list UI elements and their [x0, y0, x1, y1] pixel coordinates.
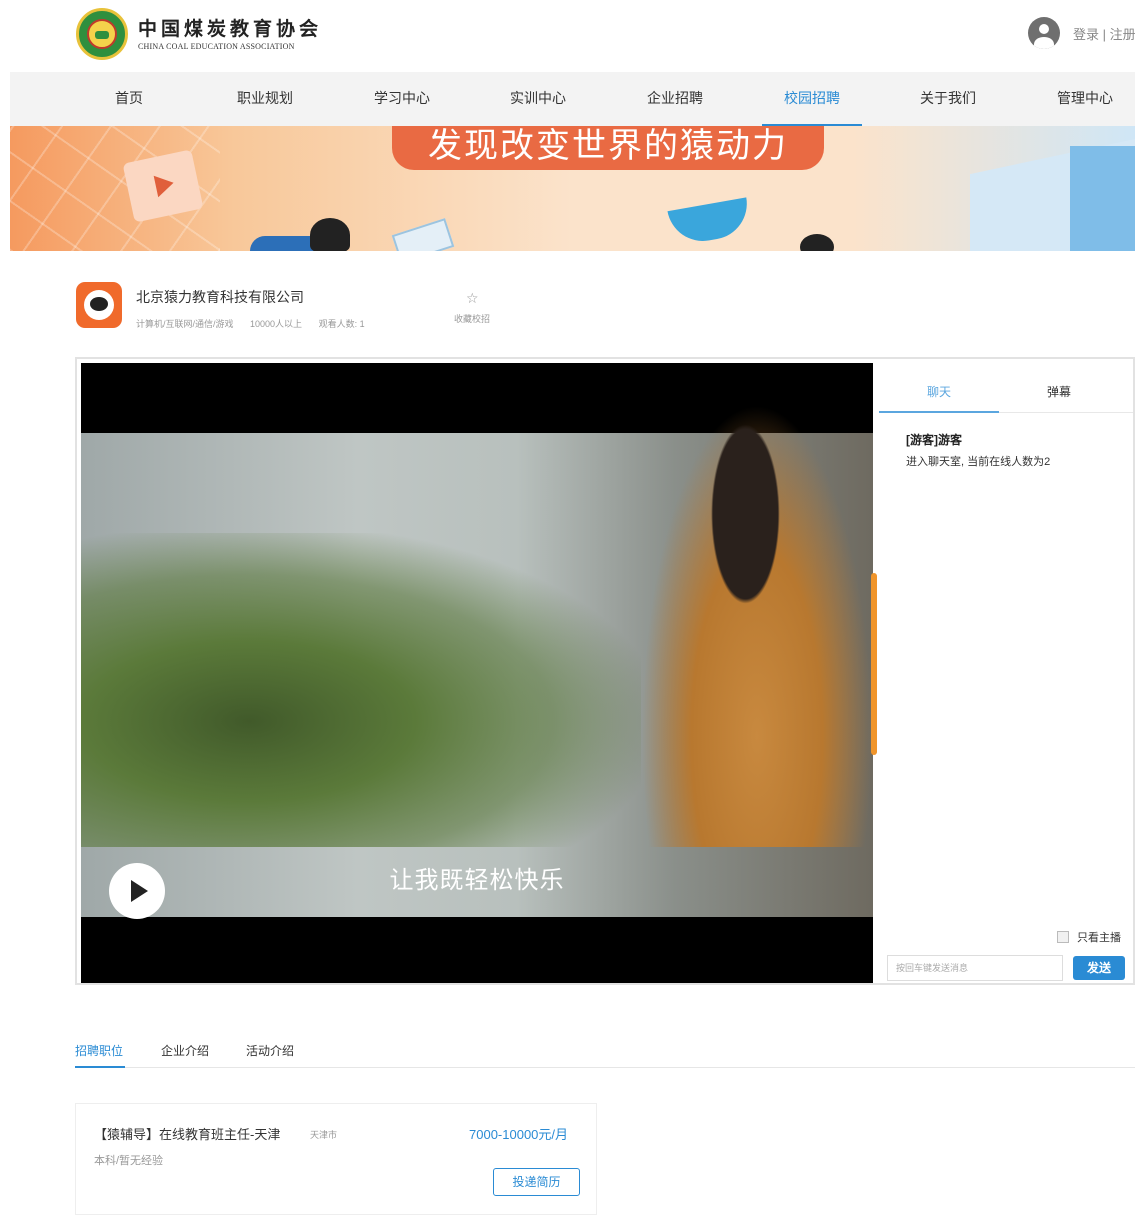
- job-requirements: 本科/暂无经验: [94, 1155, 164, 1167]
- company-name: 北京猿力教育科技有限公司: [136, 289, 304, 305]
- nav-item-enterprise-recruitment[interactable]: 企业招聘: [625, 72, 725, 126]
- favorite-campus-recruitment-button[interactable]: 收藏校招: [454, 312, 490, 325]
- banner-figure-decoration: [800, 234, 834, 251]
- viewer-count: 观看人数: 1: [318, 319, 365, 329]
- chat-message-user: [游客]游客: [906, 433, 962, 447]
- login-register-link[interactable]: 登录 | 注册: [1073, 24, 1135, 43]
- apply-resume-button[interactable]: 投递简历: [493, 1168, 580, 1196]
- job-city: 天津市: [310, 1130, 338, 1140]
- chat-message-text: 进入聊天室, 当前在线人数为2: [906, 456, 1051, 468]
- brand-name-cn: 中国煤炭教育协会: [138, 18, 323, 40]
- host-only-label: 只看主播: [1077, 932, 1121, 944]
- banner-figure-decoration: [310, 218, 350, 251]
- section-tabs: 招聘职位 企业介绍 活动介绍: [75, 1038, 1135, 1068]
- banner-tablet-decoration: [391, 218, 455, 251]
- job-salary: 7000-10000元/月: [469, 1127, 569, 1142]
- video-frame-foreground: [81, 533, 641, 847]
- company-logo: [76, 282, 122, 328]
- nav-item-about-us[interactable]: 关于我们: [898, 72, 998, 126]
- chat-panel: 聊天 弹幕 [游客]游客 进入聊天室, 当前在线人数为2 只看主播 按回车键发送…: [877, 363, 1133, 983]
- job-title[interactable]: 【猿辅导】在线教育班主任-天津: [94, 1124, 280, 1143]
- nav-item-learning-center[interactable]: 学习中心: [352, 72, 452, 126]
- video-frame-person: [641, 403, 873, 847]
- tab-job-positions[interactable]: 招聘职位: [75, 1038, 125, 1068]
- chat-message-input[interactable]: 按回车键发送消息: [887, 955, 1063, 981]
- nav-item-campus-recruitment[interactable]: 校园招聘: [762, 72, 862, 126]
- play-icon[interactable]: [109, 863, 165, 919]
- brand-name-en: CHINA COAL EDUCATION ASSOCIATION: [138, 42, 295, 51]
- host-only-checkbox[interactable]: [1057, 931, 1069, 943]
- live-player-panel: 让我既轻松快乐 聊天 弹幕 [游客]游客 进入聊天室, 当前在线人数为2 只看主…: [75, 357, 1135, 985]
- tab-event-intro[interactable]: 活动介绍: [246, 1038, 294, 1068]
- main-nav: 首页 职业规划 学习中心 实训中心 企业招聘 校园招聘 关于我们 管理中心: [10, 72, 1135, 126]
- send-button[interactable]: 发送: [1073, 956, 1125, 980]
- video-subtitle: 让我既轻松快乐: [389, 867, 565, 894]
- tab-chat[interactable]: 聊天: [879, 363, 999, 413]
- promo-banner: 发现改变世界的猿动力: [10, 126, 1135, 251]
- star-icon[interactable]: ☆: [466, 290, 479, 307]
- tab-company-intro[interactable]: 企业介绍: [161, 1038, 209, 1068]
- host-only-toggle[interactable]: 只看主播: [1057, 929, 1121, 945]
- chat-tabs: 聊天 弹幕: [879, 363, 1133, 413]
- video-player[interactable]: 让我既轻松快乐: [81, 363, 873, 983]
- user-avatar-icon[interactable]: [1028, 17, 1060, 49]
- nav-item-training-center[interactable]: 实训中心: [488, 72, 588, 126]
- banner-building-decoration: [1070, 146, 1135, 251]
- job-card[interactable]: 【猿辅导】在线教育班主任-天津 天津市 7000-10000元/月 本科/暂无经…: [75, 1103, 597, 1215]
- nav-item-career-planning[interactable]: 职业规划: [215, 72, 315, 126]
- company-meta: 计算机/互联网/通信/游戏 10000人以上 观看人数: 1: [136, 317, 379, 330]
- banner-decoration: [667, 197, 753, 247]
- banner-slogan: 发现改变世界的猿动力: [392, 126, 824, 170]
- tab-danmaku[interactable]: 弹幕: [999, 363, 1119, 413]
- nav-item-home[interactable]: 首页: [79, 72, 179, 126]
- association-logo[interactable]: [76, 8, 128, 60]
- company-industry: 计算机/互联网/通信/游戏: [136, 319, 234, 329]
- company-size: 10000人以上: [250, 319, 303, 329]
- site-header: 中国煤炭教育协会 CHINA COAL EDUCATION ASSOCIATIO…: [0, 0, 1135, 68]
- nav-item-management-center[interactable]: 管理中心: [1035, 72, 1135, 126]
